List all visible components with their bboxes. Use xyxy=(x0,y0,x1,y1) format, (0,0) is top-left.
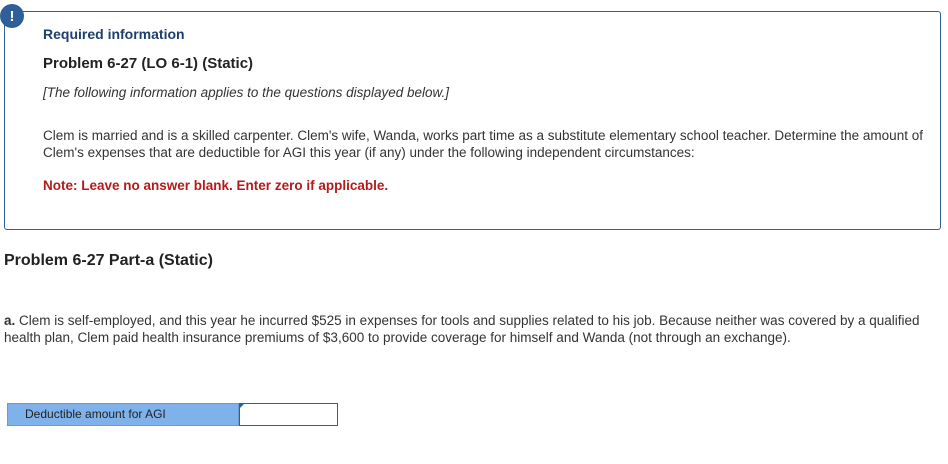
part-question: a. Clem is self-employed, and this year … xyxy=(4,312,934,346)
scenario-text: Clem is married and is a skilled carpent… xyxy=(43,128,923,160)
part-title: Problem 6-27 Part-a (Static) xyxy=(4,252,213,269)
question-text: Clem is self-employed, and this year he … xyxy=(4,313,920,345)
required-information-title: Required information xyxy=(43,26,185,42)
answer-row: Deductible amount for AGI xyxy=(7,403,338,426)
answer-note: Note: Leave no answer blank. Enter zero … xyxy=(43,178,389,193)
problem-title: Problem 6-27 (LO 6-1) (Static) xyxy=(43,55,254,72)
question-letter: a. xyxy=(4,313,16,328)
alert-icon: ! xyxy=(0,4,24,28)
applies-note: [The following information applies to th… xyxy=(43,85,449,100)
required-information-box xyxy=(4,11,941,230)
deductible-amount-label: Deductible amount for AGI xyxy=(7,403,239,426)
answer-input-wrapper xyxy=(239,403,338,426)
input-corner-marker-icon xyxy=(239,403,245,409)
deductible-amount-input[interactable] xyxy=(239,403,338,426)
